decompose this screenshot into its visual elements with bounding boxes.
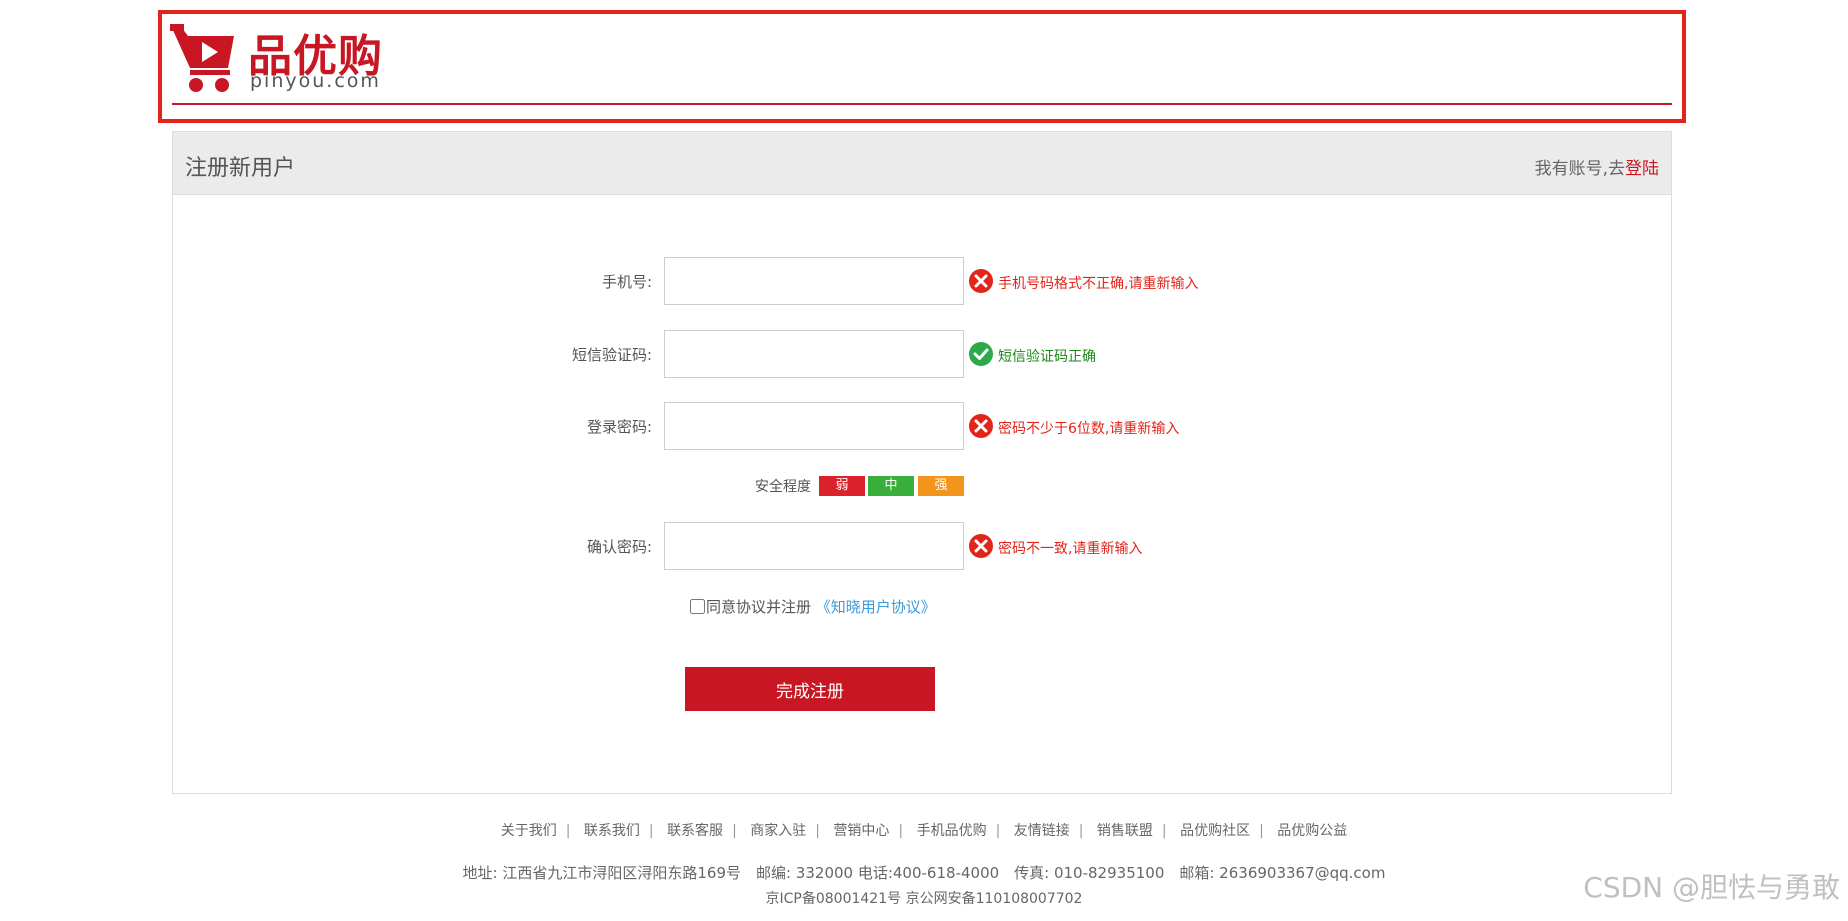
footer-address: 地址: 江西省九江市浔阳区浔阳东路169号 邮编: 332000 电话:400-… <box>462 864 1386 882</box>
footer-links: 关于我们 | 联系我们 | 联系客服 | 商家入驻 | 营销中心 | 手机品优购 | 友情链… <box>500 823 1348 839</box>
footer-link-mobile[interactable]: 手机品优购 <box>917 823 987 839</box>
error-icon <box>969 534 993 558</box>
confirm-error-text: 密码不一致,请重新输入 <box>998 541 1143 557</box>
phone-label: 手机号: <box>601 273 652 291</box>
footer-link-service[interactable]: 联系客服 <box>667 823 723 839</box>
footer-link-merchant[interactable]: 商家入驻 <box>750 823 806 839</box>
footer-icp: 京ICP备08001421号 京公网安备110108007702 <box>765 891 1083 907</box>
sms-row: 短信验证码: 短信验证码正确 <box>492 330 1292 378</box>
phone-row: 手机号: 手机号码格式不正确,请重新输入 <box>492 257 1292 305</box>
footer-link-charity[interactable]: 品优购公益 <box>1277 823 1347 839</box>
footer-link-marketing[interactable]: 营销中心 <box>833 823 889 839</box>
footer-link-contact[interactable]: 联系我们 <box>584 823 640 839</box>
logo[interactable]: 品优购 pinyou.com <box>170 20 400 98</box>
strength-strong: 强 <box>918 476 964 496</box>
cart-logo-icon <box>170 24 234 92</box>
phone-error-text: 手机号码格式不正确,请重新输入 <box>998 276 1199 292</box>
password-error-text: 密码不少于6位数,请重新输入 <box>998 421 1180 437</box>
watermark: CSDN @胆怯与勇敢 <box>1583 871 1840 904</box>
confirm-password-input[interactable] <box>664 522 964 570</box>
footer-link-friends[interactable]: 友情链接 <box>1014 823 1070 839</box>
sms-label: 短信验证码: <box>571 346 652 364</box>
confirm-row: 确认密码: 密码不一致,请重新输入 <box>492 522 1292 570</box>
login-link[interactable]: 登陆 <box>1625 159 1659 179</box>
login-prompt: 我有账号,去登陆 <box>1535 154 1659 179</box>
page-title: 注册新用户 <box>185 156 296 181</box>
strength-label: 安全程度 <box>755 479 811 495</box>
password-input[interactable] <box>664 402 964 450</box>
logo-name-en: pinyou.com <box>250 70 381 92</box>
login-prompt-text: 我有账号,去 <box>1534 159 1625 179</box>
strength-weak: 弱 <box>819 476 865 496</box>
header-divider <box>172 103 1672 105</box>
strength-medium: 中 <box>868 476 914 496</box>
agreement: 同意协议并注册 《知晓用户协议》 <box>690 596 936 617</box>
error-icon <box>969 269 993 293</box>
confirm-label: 确认密码: <box>586 538 652 556</box>
phone-input[interactable] <box>664 257 964 305</box>
agree-checkbox[interactable] <box>690 599 705 614</box>
footer-link-alliance[interactable]: 销售联盟 <box>1097 823 1153 839</box>
sms-success-text: 短信验证码正确 <box>998 349 1096 365</box>
password-label: 登录密码: <box>586 418 652 436</box>
sms-code-input[interactable] <box>664 330 964 378</box>
footer-link-community[interactable]: 品优购社区 <box>1180 823 1250 839</box>
check-icon <box>969 342 993 366</box>
submit-register-button[interactable]: 完成注册 <box>685 667 935 711</box>
password-row: 登录密码: 密码不少于6位数,请重新输入 <box>492 402 1292 450</box>
agree-text: 同意协议并注册 <box>706 598 812 616</box>
user-agreement-link[interactable]: 《知晓用户协议》 <box>816 598 936 616</box>
footer-link-about[interactable]: 关于我们 <box>501 823 557 839</box>
panel-header: 注册新用户 我有账号,去登陆 <box>173 132 1671 195</box>
error-icon <box>969 414 993 438</box>
